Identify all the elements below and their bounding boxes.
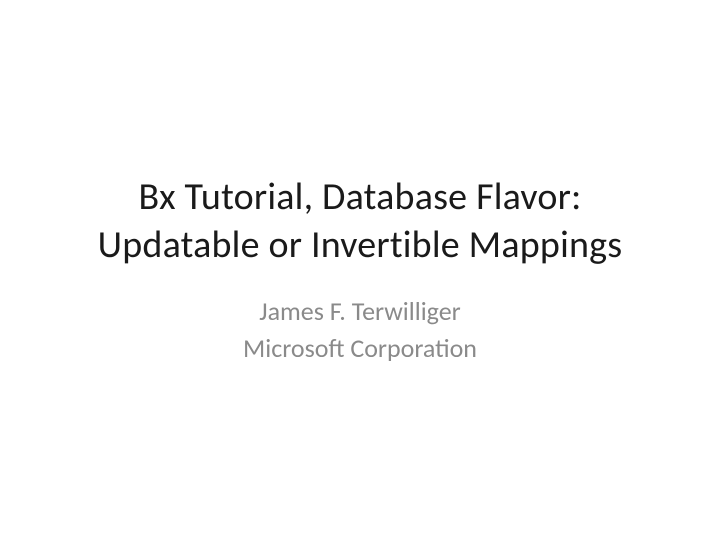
title-line-1: Bx Tutorial, Database Flavor: bbox=[139, 174, 582, 220]
slide-title: Bx Tutorial, Database Flavor: Updatable … bbox=[60, 174, 660, 269]
title-line-2: Updatable or Invertible Mappings bbox=[98, 222, 623, 268]
author-affiliation: Microsoft Corporation bbox=[60, 330, 660, 366]
slide-title-container: Bx Tutorial, Database Flavor: Updatable … bbox=[0, 174, 720, 366]
slide-subtitle: James F. Terwilliger Microsoft Corporati… bbox=[60, 293, 660, 366]
author-name: James F. Terwilliger bbox=[60, 293, 660, 329]
